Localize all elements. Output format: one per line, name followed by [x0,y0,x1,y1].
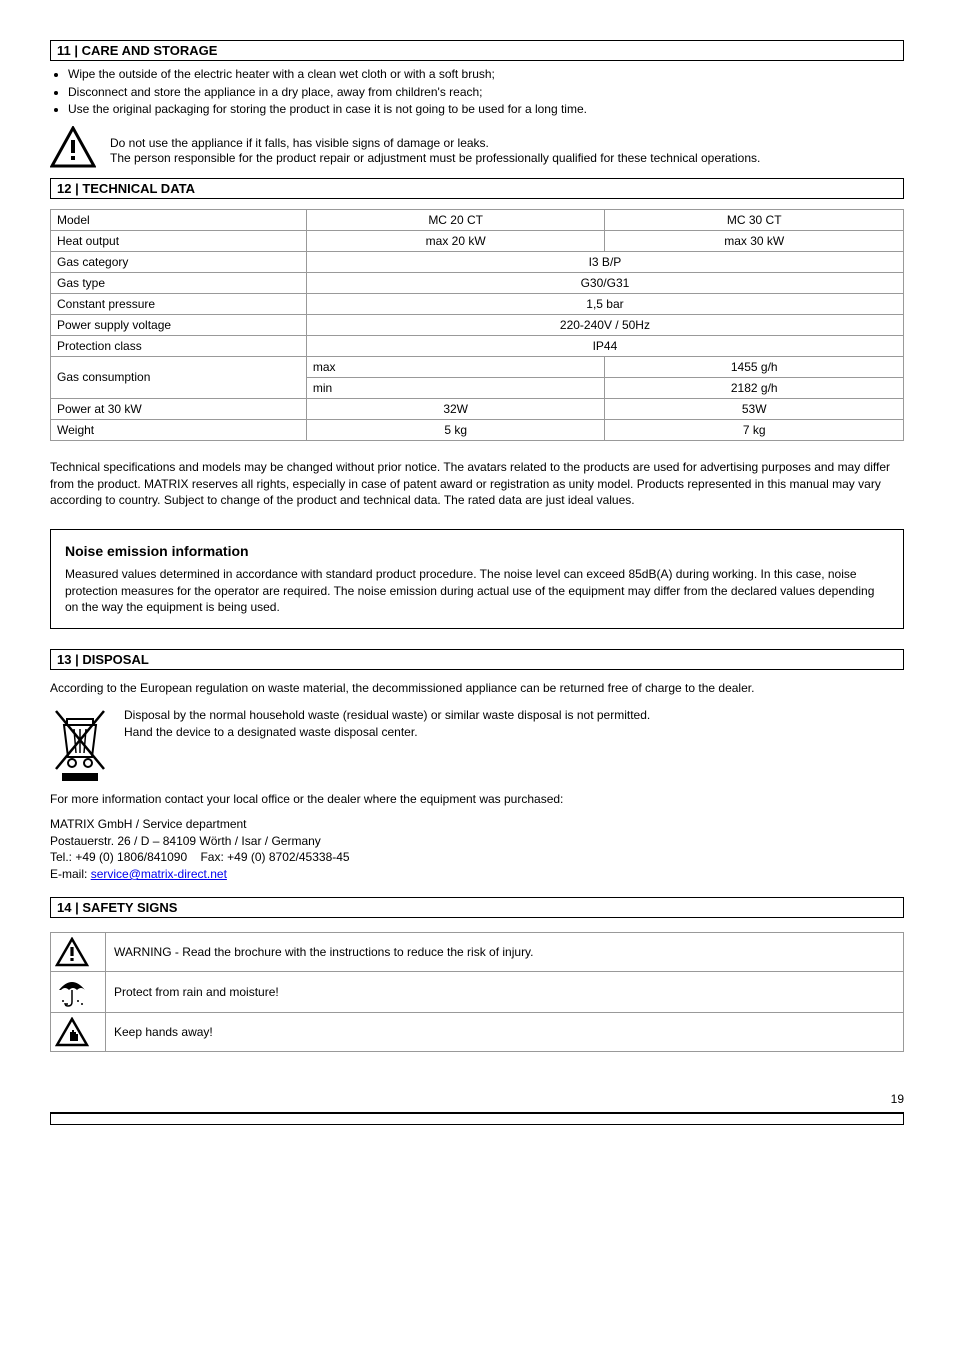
spec-label: Gas type [51,272,307,293]
safety-row: Protect from rain and moisture! [51,971,904,1012]
section-11-header: 11 | CARE AND STORAGE [50,40,904,61]
spec-value: max 30 kW [605,230,904,251]
spec-label: Power supply voltage [51,314,307,335]
section-14-header: 14 | SAFETY SIGNS [50,897,904,918]
hand-warning-icon [55,1017,101,1047]
company-addr: Postauerstr. 26 / D – 84109 Wörth / Isar… [50,834,321,848]
email-label: E-mail: [50,867,87,881]
umbrella-icon [55,976,101,1008]
fax-value: +49 (0) 8702/45338-45 [227,850,349,864]
care-item: Disconnect and store the appliance in a … [68,85,904,101]
fax-label: Fax: [200,850,223,864]
tel-label: Tel.: [50,850,72,864]
warning-icon [50,126,96,168]
spec-label: Model [51,209,307,230]
contact-heading: For more information contact your local … [50,791,904,808]
spec-value: 1,5 bar [306,293,903,314]
spec-value: max 20 kW [306,230,605,251]
spec-value: 1455 g/h [605,356,904,377]
safety-text: WARNING - Read the brochure with the ins… [106,932,904,971]
weee-icon [50,707,110,783]
spec-table: Model MC 20 CT MC 30 CT Heat output max … [50,209,904,441]
spec-value: 7 kg [605,419,904,440]
warning-icon [55,937,101,967]
tel-value: +49 (0) 1806/841090 [75,850,187,864]
safety-table: WARNING - Read the brochure with the ins… [50,932,904,1052]
disposal-p2: Disposal by the normal household waste (… [124,707,650,724]
technical-note: Do not use the appliance if it falls, ha… [50,126,904,168]
tech-note-line: The person responsible for the product r… [110,151,760,167]
spec-label: Gas consumption [51,356,307,398]
safety-row: Keep hands away! [51,1012,904,1051]
email-link[interactable]: service@matrix-direct.net [91,867,227,881]
spec-label: Weight [51,419,307,440]
care-item: Use the original packaging for storing t… [68,102,904,118]
spec-value: I3 B/P [306,251,903,272]
disposal-p3: Hand the device to a designated waste di… [124,724,650,741]
noise-title: Noise emission information [65,542,889,562]
spec-value: 53W [605,398,904,419]
spec-value: IP44 [306,335,903,356]
spec-value: MC 30 CT [605,209,904,230]
spec-label: Gas category [51,251,307,272]
safety-text: Keep hands away! [106,1012,904,1051]
spec-label: Power at 30 kW [51,398,307,419]
spec-label: Protection class [51,335,307,356]
safety-text: Protect from rain and moisture! [106,971,904,1012]
care-list: Wipe the outside of the electric heater … [68,67,904,118]
spec-label: Heat output [51,230,307,251]
safety-row: WARNING - Read the brochure with the ins… [51,932,904,971]
tech-paragraph: Technical specifications and models may … [50,459,904,509]
noise-emission-box: Noise emission information Measured valu… [50,529,904,629]
footer-rule [50,1113,904,1125]
spec-value: 220-240V / 50Hz [306,314,903,335]
care-item: Wipe the outside of the electric heater … [68,67,904,83]
spec-label: Constant pressure [51,293,307,314]
spec-sublabel: min [306,377,605,398]
tech-note-line: Do not use the appliance if it falls, ha… [110,136,760,152]
company-name: MATRIX GmbH / Service department [50,817,247,831]
spec-sublabel: max [306,356,605,377]
spec-value: 32W [306,398,605,419]
page-number: 19 [50,1092,904,1113]
noise-body: Measured values determined in accordance… [65,566,889,616]
spec-value: G30/G31 [306,272,903,293]
spec-value: MC 20 CT [306,209,605,230]
section-12-header: 12 | TECHNICAL DATA [50,178,904,199]
spec-value: 2182 g/h [605,377,904,398]
disposal-p1: According to the European regulation on … [50,680,904,697]
section-13-header: 13 | DISPOSAL [50,649,904,670]
spec-value: 5 kg [306,419,605,440]
